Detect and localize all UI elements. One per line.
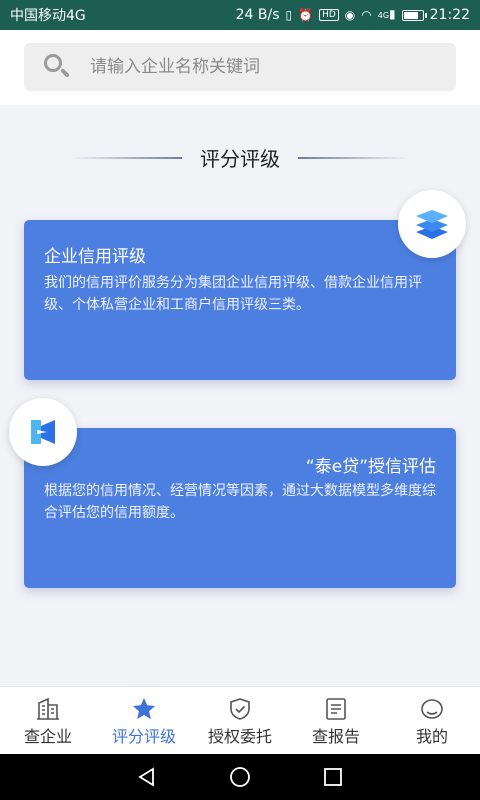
search-icon bbox=[42, 52, 72, 82]
system-navigation-bar bbox=[0, 754, 480, 800]
profile-icon bbox=[421, 699, 443, 719]
section-header: 评分评级 bbox=[0, 143, 480, 172]
tab-rating[interactable]: 评分评级 bbox=[96, 687, 192, 754]
tab-label: 我的 bbox=[415, 727, 448, 746]
report-icon bbox=[326, 698, 346, 720]
loan-icon bbox=[9, 398, 77, 466]
credit-rating-card[interactable]: 企业信用评级 我们的信用评价服务分为集团企业信用评级、借款企业信用评级、个体私营… bbox=[24, 220, 456, 380]
eye-icon: ◉ bbox=[344, 8, 356, 22]
signal-icon: 4G▮ bbox=[377, 7, 396, 21]
card-description: 根据您的信用情况、经营情况等因素，通过大数据模型多维度综合评估您的信用额度。 bbox=[44, 483, 436, 521]
star-icon bbox=[133, 698, 155, 719]
search-input[interactable] bbox=[90, 57, 420, 77]
tab-authorization[interactable]: 授权委托 bbox=[192, 687, 288, 754]
signal-label: 4G bbox=[377, 11, 390, 20]
title-divider-right bbox=[298, 156, 410, 159]
tab-label: 查报告 bbox=[311, 727, 360, 746]
bottom-tab-bar: 查企业 评分评级 授权委托 查报告 我的 bbox=[0, 686, 480, 754]
tab-report[interactable]: 查报告 bbox=[288, 687, 384, 754]
shield-check-icon bbox=[230, 698, 250, 720]
hd-icon: HD bbox=[319, 9, 339, 21]
title-divider-left bbox=[70, 156, 182, 159]
alarm-icon: ⏰ bbox=[298, 8, 314, 22]
back-icon[interactable] bbox=[135, 765, 159, 789]
tab-label: 查企业 bbox=[23, 727, 72, 746]
battery-fill bbox=[403, 11, 418, 19]
clock: 21:22 bbox=[429, 7, 470, 23]
vibrate-icon: ▯ bbox=[285, 8, 293, 22]
search-header bbox=[0, 30, 480, 105]
home-icon[interactable] bbox=[228, 765, 252, 789]
status-bar: 中国移动4G 24 B/s ▯ ⏰ HD ◉ ◠ 4G▮ 21:22 bbox=[0, 0, 480, 30]
section-title: 评分评级 bbox=[200, 147, 280, 171]
recents-icon[interactable] bbox=[321, 765, 345, 789]
layers-icon bbox=[398, 190, 466, 258]
carrier-label: 中国移动4G bbox=[10, 8, 86, 24]
card-description: 我们的信用评价服务分为集团企业信用评级、借款企业信用评级、个体私营企业和工商户信… bbox=[44, 275, 422, 313]
tab-label: 授权委托 bbox=[207, 727, 272, 746]
card-title: “泰e贷”授信评估 bbox=[305, 457, 436, 477]
building-icon bbox=[37, 697, 59, 720]
tab-profile[interactable]: 我的 bbox=[384, 687, 480, 754]
card-title: 企业信用评级 bbox=[44, 247, 146, 267]
wifi-icon: ◠ bbox=[361, 8, 372, 22]
tab-label: 评分评级 bbox=[111, 727, 176, 746]
search-bar[interactable] bbox=[24, 43, 456, 91]
network-speed: 24 B/s bbox=[235, 7, 280, 23]
loan-evaluation-card[interactable]: “泰e贷”授信评估 根据您的信用情况、经营情况等因素，通过大数据模型多维度综合评… bbox=[24, 428, 456, 588]
tab-search-company[interactable]: 查企业 bbox=[0, 687, 96, 754]
battery-icon bbox=[401, 9, 427, 21]
